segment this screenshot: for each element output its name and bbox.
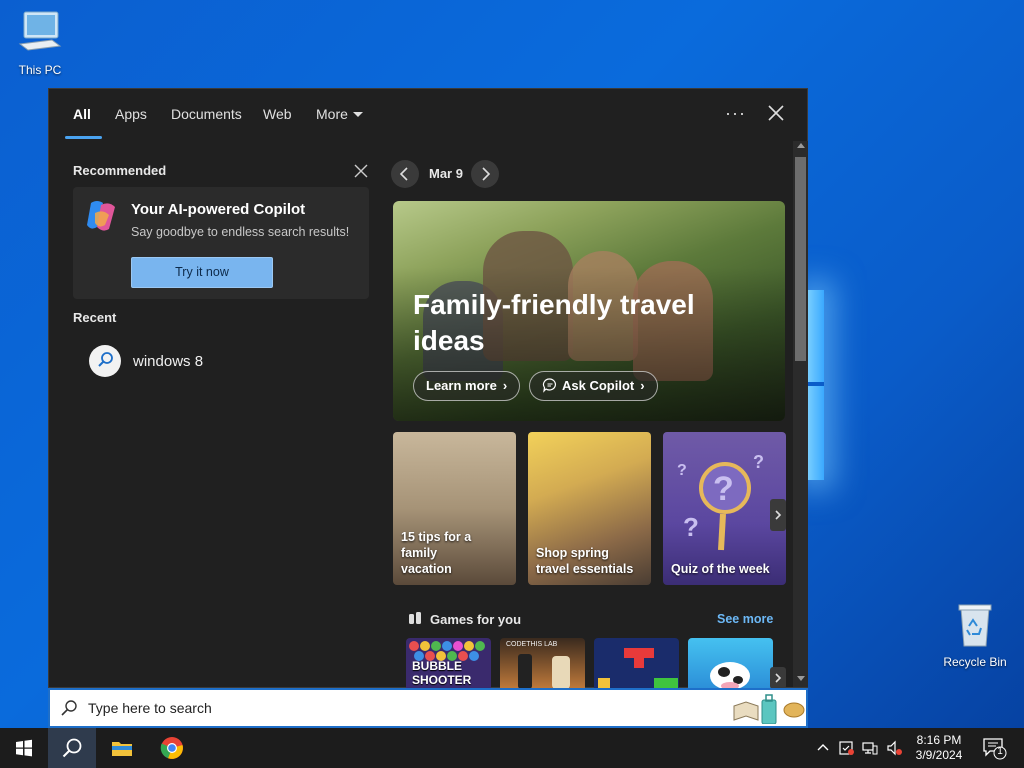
- search-panel: All Apps Documents Web More ··· Recommen…: [48, 88, 808, 689]
- next-date-button[interactable]: [471, 160, 499, 188]
- search-input[interactable]: [88, 690, 688, 726]
- learn-more-button[interactable]: Learn more ›: [413, 371, 521, 401]
- clock-time: 8:16 PM: [916, 733, 962, 747]
- start-button[interactable]: [0, 728, 48, 768]
- game-label: CODETHIS LAB: [506, 641, 558, 648]
- question-mark-icon: ?: [677, 462, 687, 479]
- volume-muted-icon[interactable]: [886, 740, 902, 756]
- notification-count: 1: [997, 746, 1003, 757]
- tile-caption: 15 tips for a family vacation: [401, 530, 472, 576]
- dismiss-recommended-icon[interactable]: [354, 164, 368, 178]
- close-icon[interactable]: [767, 104, 785, 122]
- games-heading: Games for you: [430, 612, 522, 627]
- copilot-heading: Your AI-powered Copilot: [131, 201, 306, 218]
- chevron-down-icon: [352, 112, 363, 117]
- game-controller-icon: [409, 612, 421, 624]
- tile-caption: Shop spring travel essentials: [536, 546, 634, 576]
- try-it-now-button[interactable]: Try it now: [131, 257, 273, 288]
- highlights-date: Mar 9: [429, 166, 463, 181]
- wallpaper-detail: [806, 382, 824, 386]
- computer-icon: [18, 11, 62, 51]
- tab-documents[interactable]: Documents: [171, 106, 242, 122]
- copilot-promo-card: Your AI-powered Copilot Say goodbye to e…: [73, 187, 369, 299]
- ask-copilot-label: Ask Copilot: [562, 378, 635, 393]
- game-tile-bubble-shooter[interactable]: BUBBLE SHOOTER: [406, 638, 491, 689]
- taskbar: 8:16 PM 3/9/2024 1: [0, 728, 1024, 768]
- tab-more[interactable]: More: [316, 106, 363, 122]
- file-explorer-button[interactable]: [98, 728, 146, 768]
- tab-web[interactable]: Web: [263, 106, 292, 122]
- recent-heading: Recent: [73, 310, 117, 325]
- chevron-up-icon[interactable]: [815, 740, 831, 756]
- question-mark-icon: ?: [713, 470, 734, 508]
- question-mark-icon: ?: [753, 452, 764, 472]
- chat-bubble-icon: [542, 378, 556, 393]
- copilot-subtitle: Say goodbye to endless search results!: [131, 225, 350, 239]
- recycle-bin-icon: [958, 604, 992, 647]
- desktop-icon-this-pc[interactable]: This PC: [0, 10, 80, 77]
- copilot-logo-icon: [87, 201, 115, 231]
- taskbar-search-box[interactable]: [48, 688, 808, 728]
- previous-date-button[interactable]: [391, 160, 419, 188]
- see-more-link[interactable]: See more: [717, 612, 773, 626]
- question-mark-icon: ?: [683, 512, 699, 542]
- search-icon: [62, 738, 82, 758]
- system-clock[interactable]: 8:16 PM 3/9/2024: [906, 733, 972, 763]
- search-history-icon: [89, 345, 121, 377]
- chevron-right-icon: ›: [640, 378, 645, 393]
- tab-apps[interactable]: Apps: [115, 106, 147, 122]
- active-tab-indicator: [65, 136, 102, 139]
- game-tile-blocks[interactable]: [594, 638, 679, 689]
- search-highlight-travel-icon: [733, 694, 805, 724]
- game-label: BUBBLE SHOOTER: [412, 659, 472, 687]
- chevron-right-icon: [775, 673, 782, 683]
- clock-date: 3/9/2024: [915, 748, 963, 762]
- chevron-left-icon: [399, 167, 408, 181]
- tile-caption: Quiz of the week: [671, 562, 770, 576]
- scroll-up-icon[interactable]: [797, 143, 805, 148]
- learn-more-label: Learn more: [426, 378, 497, 393]
- recent-search-label: windows 8: [133, 353, 204, 370]
- network-icon[interactable]: [862, 740, 878, 756]
- hero-card[interactable]: Family-friendly travel ideas Learn more ›…: [393, 201, 785, 421]
- search-tabs: All Apps Documents Web More ···: [49, 89, 807, 141]
- desktop-icon-label: This PC: [18, 63, 62, 77]
- tab-all[interactable]: All: [73, 106, 91, 122]
- games-next-button[interactable]: [770, 667, 786, 689]
- chrome-icon: [160, 737, 183, 759]
- search-icon: [61, 700, 77, 716]
- security-alert-icon[interactable]: [838, 740, 854, 756]
- game-tile-chess[interactable]: CODETHIS LAB: [500, 638, 585, 689]
- recommended-heading: Recommended: [73, 163, 167, 178]
- search-icon: [98, 352, 113, 367]
- chrome-button[interactable]: [148, 728, 196, 768]
- taskbar-search-button[interactable]: [48, 728, 96, 768]
- recent-search-item[interactable]: windows 8: [87, 344, 367, 380]
- cow-game-art: [710, 662, 750, 689]
- panel-scrollbar[interactable]: [793, 141, 808, 687]
- highlight-tile-quiz[interactable]: ? ? ? ? Quiz of the week: [663, 432, 786, 585]
- ask-copilot-button[interactable]: Ask Copilot ›: [529, 371, 658, 401]
- tab-more-label: More: [316, 106, 348, 122]
- chevron-right-icon: ›: [502, 378, 508, 393]
- highlight-tile-vacation[interactable]: 15 tips for a family vacation: [393, 432, 516, 585]
- highlight-tile-spring[interactable]: Shop spring travel essentials: [528, 432, 651, 585]
- scroll-down-icon[interactable]: [797, 676, 805, 681]
- chevron-right-icon: [482, 167, 491, 181]
- hero-title: Family-friendly travel ideas: [413, 289, 695, 356]
- chevron-right-icon: [775, 510, 782, 520]
- folder-icon: [112, 742, 132, 756]
- game-tile-cow[interactable]: [688, 638, 773, 689]
- tiles-next-button[interactable]: [770, 499, 786, 531]
- action-center-button[interactable]: 1: [980, 736, 1008, 760]
- windows-logo-icon: [16, 739, 32, 757]
- ellipsis-icon[interactable]: ···: [725, 103, 746, 124]
- block-puzzle-art: [598, 648, 678, 689]
- desktop-icon-recycle-bin[interactable]: Recycle Bin: [935, 602, 1015, 669]
- desktop-icon-label: Recycle Bin: [943, 655, 1007, 669]
- scroll-thumb[interactable]: [795, 157, 806, 361]
